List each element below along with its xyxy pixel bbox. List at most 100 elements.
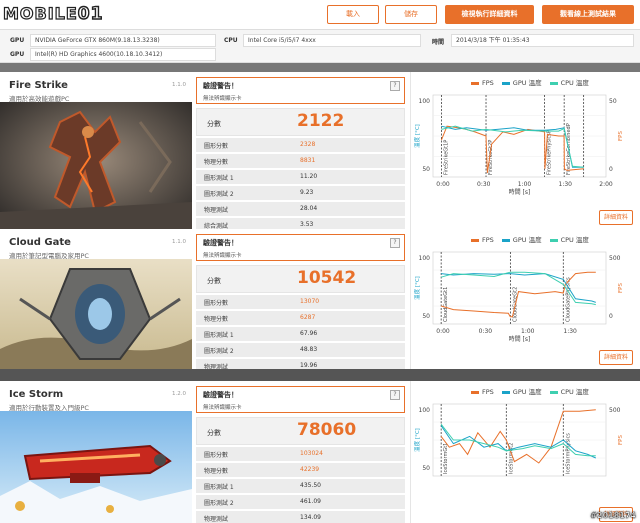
result-row: 圖形分數 13070 bbox=[196, 295, 405, 309]
divider bbox=[0, 63, 640, 72]
gpu-label: GPU bbox=[10, 37, 25, 44]
system-info-bar: GPU NVIDIA GeForce GTX 860M(9.18.13.3238… bbox=[0, 30, 640, 63]
score-box: 分數 2122 bbox=[196, 108, 405, 136]
validation-warning: 驗證警告！ 無法辨識顯示卡? bbox=[196, 386, 405, 413]
test-info: Fire Strike 適用於高效能遊戲PC 1.1.0 bbox=[0, 72, 192, 230]
result-row: 物理分數 42239 bbox=[196, 463, 405, 477]
result-value: 42239 bbox=[300, 466, 320, 473]
result-value: 3.53 bbox=[300, 221, 314, 228]
result-value: 9.23 bbox=[300, 189, 314, 196]
monitoring-chart: FPS GPU 溫度 CPU 溫度 CloudGateGt1 CloudGateGt2 C… bbox=[410, 229, 640, 369]
load-button[interactable]: 載入 bbox=[327, 5, 379, 24]
details-button[interactable]: 詳細資料 bbox=[599, 350, 633, 365]
result-label: 圖形分數 bbox=[204, 452, 229, 459]
cpu-temp-legend-swatch bbox=[549, 390, 558, 394]
view-details-button[interactable]: 檢視執行詳細資料 bbox=[445, 5, 534, 24]
result-value: 8831 bbox=[300, 157, 316, 164]
warning-title: 驗證警告！ bbox=[203, 391, 238, 399]
help-icon[interactable]: ? bbox=[390, 390, 400, 400]
cpu-temp-legend: CPU 溫度 bbox=[549, 77, 589, 87]
x-tick-label: 2:00 bbox=[599, 181, 613, 188]
result-value: 19.96 bbox=[300, 362, 318, 369]
score-label: 分數 bbox=[207, 277, 221, 285]
segment-label: CloudGateGt1 bbox=[443, 287, 449, 322]
fps-legend-label: FPS bbox=[482, 79, 494, 87]
right-tick-label: 0 bbox=[609, 313, 613, 320]
cpu-temp-legend-label: CPU 溫度 bbox=[560, 388, 589, 396]
result-value: 435.50 bbox=[300, 482, 321, 489]
result-label: 圖形分數 bbox=[204, 300, 229, 307]
warning-detail: 無法辨識顯示卡 bbox=[203, 405, 242, 411]
x-tick-label: 0:30 bbox=[479, 328, 493, 335]
test-results: 驗證警告！ 無法辨識顯示卡? 分數 10542 圖形分數 13070 物理分數 6287 圖形測… bbox=[196, 234, 405, 373]
chart-svg: IceStormGt1 IceStormGt2 IceStormPhysics100… bbox=[413, 403, 624, 477]
test-name: Fire Strike bbox=[9, 80, 68, 91]
y-axis-right-title: FPS bbox=[618, 283, 624, 293]
x-tick-label: 0:00 bbox=[436, 328, 450, 335]
score-value: 10542 bbox=[297, 268, 357, 288]
cpu-value: Intel Core i5/i5/i7 4xxx bbox=[243, 34, 421, 47]
result-row: 圖形分數 2328 bbox=[196, 138, 405, 152]
test-artwork bbox=[0, 102, 192, 230]
x-axis-title: 時間 [s] bbox=[509, 335, 531, 343]
cpu-label: CPU bbox=[224, 37, 238, 44]
mobile01-logo: MOBILE01 bbox=[2, 3, 104, 24]
result-label: 物理分數 bbox=[204, 316, 229, 323]
result-value: 461.09 bbox=[300, 498, 321, 505]
divider bbox=[0, 369, 640, 381]
warning-title: 驗證警告！ bbox=[203, 239, 238, 247]
validation-warning: 驗證警告！ 無法辨識顯示卡? bbox=[196, 234, 405, 261]
view-online-results-button[interactable]: 觀看線上測試結果 bbox=[542, 5, 634, 24]
result-label: 物理測試 bbox=[204, 516, 229, 523]
test-results: 驗證警告！ 無法辨識顯示卡? 分數 2122 圖形分數 2328 物理分數 8831 圖形測試 … bbox=[196, 77, 405, 232]
test-name: Cloud Gate bbox=[9, 237, 71, 248]
fps-legend-label: FPS bbox=[482, 236, 494, 244]
score-box: 分數 10542 bbox=[196, 265, 405, 293]
test-info: Ice Storm 適用於行動裝置及入門級PC 1.2.0 bbox=[0, 381, 192, 523]
test-artwork bbox=[0, 259, 192, 369]
gpu-temp-legend-swatch bbox=[501, 81, 510, 85]
x-tick-label: 1:00 bbox=[521, 328, 535, 335]
x-tick-label: 1:30 bbox=[559, 181, 573, 188]
segment-label: IceStormGt1 bbox=[443, 443, 449, 474]
cpu-temp-legend: CPU 溫度 bbox=[549, 234, 589, 244]
details-button[interactable]: 詳細資料 bbox=[599, 210, 633, 225]
x-tick-label: 1:30 bbox=[563, 328, 577, 335]
time-label: 時間 bbox=[432, 39, 445, 46]
test-version: 1.1.0 bbox=[172, 239, 186, 245]
result-row: 圖形測試 1 11.20 bbox=[196, 170, 405, 184]
right-tick-label: 500 bbox=[609, 255, 621, 262]
left-tick-label: 50 bbox=[422, 166, 430, 173]
chart-legend: FPS GPU 溫度 CPU 溫度 bbox=[471, 77, 597, 87]
result-label: 圖形測試 2 bbox=[204, 191, 234, 198]
result-label: 圖形測試 1 bbox=[204, 175, 234, 182]
score-label: 分數 bbox=[207, 120, 221, 128]
save-button[interactable]: 儲存 bbox=[385, 5, 437, 24]
chart-svg: FireStrikeGt1P FireStrikeGt2P FireStrikePh… bbox=[413, 94, 624, 196]
cloud-gate-panel: Cloud Gate 適用於筆記型電腦及家用PC 1.1.0 驗證警告！ 無法辨識顯示… bbox=[0, 229, 640, 373]
cpu-temp-legend: CPU 溫度 bbox=[549, 386, 589, 396]
x-tick-label: 0:00 bbox=[436, 181, 450, 188]
y-axis-left-title: 溫度 [°C] bbox=[413, 428, 421, 452]
validation-warning: 驗證警告！ 無法辨識顯示卡? bbox=[196, 77, 405, 104]
help-icon[interactable]: ? bbox=[390, 238, 400, 248]
x-tick-label: 1:00 bbox=[518, 181, 532, 188]
segment-label: FireStrikeGt1P bbox=[443, 140, 449, 175]
y-axis-left-title: 溫度 [°C] bbox=[413, 276, 421, 300]
help-icon[interactable]: ? bbox=[390, 81, 400, 91]
test-artwork bbox=[0, 411, 192, 523]
chart-legend: FPS GPU 溫度 CPU 溫度 bbox=[471, 234, 597, 244]
result-value: 2328 bbox=[300, 141, 316, 148]
fps-legend-swatch bbox=[471, 238, 479, 242]
left-tick-label: 100 bbox=[419, 98, 431, 105]
gpu-temp-legend: GPU 溫度 bbox=[501, 77, 542, 87]
result-label: 物理分數 bbox=[204, 159, 229, 166]
result-value: 103024 bbox=[300, 450, 323, 457]
ice-storm-panel: Ice Storm 適用於行動裝置及入門級PC 1.2.0 驗證警告！ 無法辨識顯示卡… bbox=[0, 381, 640, 523]
left-tick-label: 100 bbox=[419, 255, 431, 262]
x-tick-label: 0:30 bbox=[477, 181, 491, 188]
right-tick-label: 0 bbox=[609, 166, 613, 173]
test-version: 1.2.0 bbox=[172, 391, 186, 397]
gpu-temp-legend: GPU 溫度 bbox=[501, 386, 542, 396]
score-label: 分數 bbox=[207, 429, 221, 437]
